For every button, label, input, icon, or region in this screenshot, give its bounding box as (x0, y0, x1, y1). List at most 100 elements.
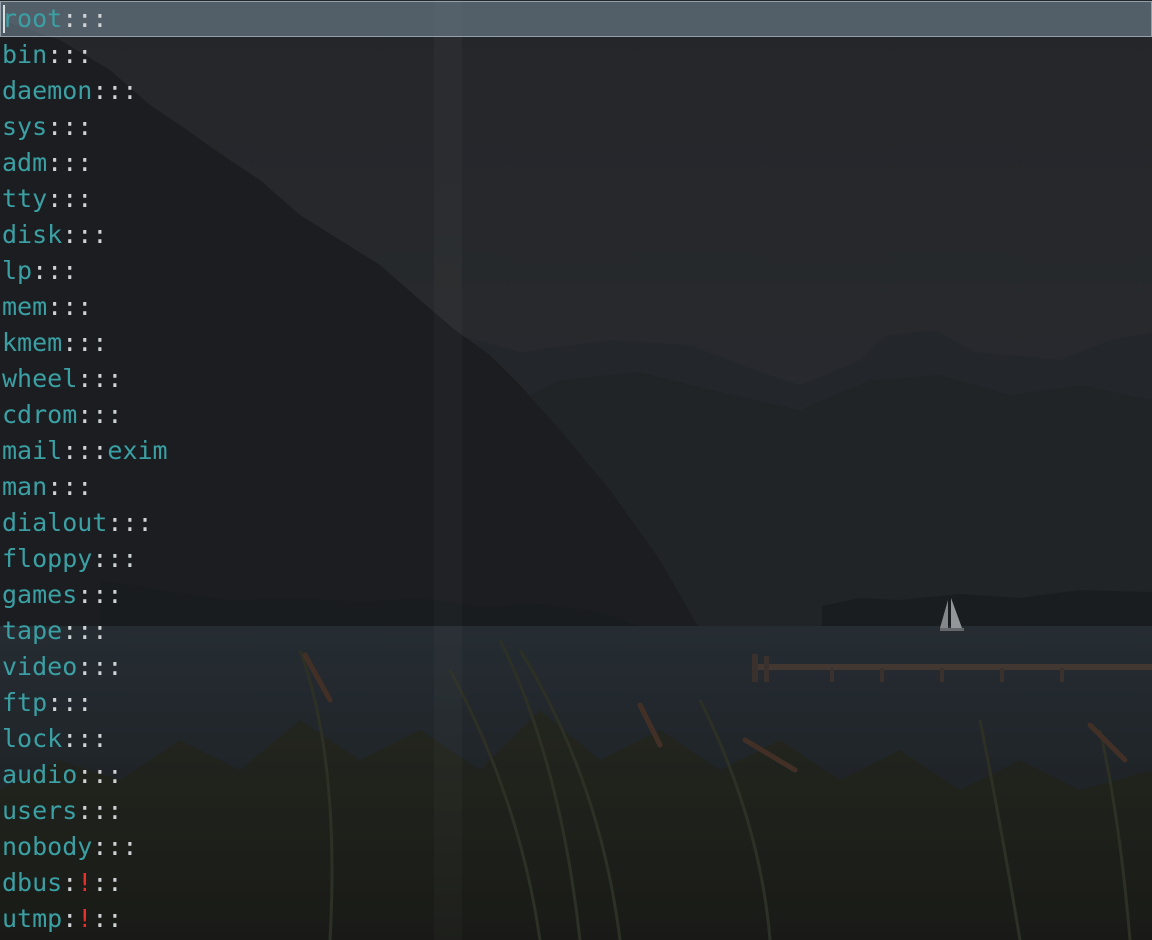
group-name: adm (2, 148, 48, 177)
field-separator: :: (62, 148, 93, 177)
group-name: dialout (2, 508, 108, 537)
field-separator: : (77, 796, 93, 825)
field-separator: :: (92, 652, 123, 681)
field-separator: : (62, 724, 78, 753)
group-name: ftp (2, 688, 48, 717)
field-separator: : (62, 220, 78, 249)
group-name: dbus (2, 868, 63, 897)
field-separator: :: (107, 76, 138, 105)
buffer-line[interactable]: kmem::: (0, 325, 1152, 361)
group-name: cdrom (2, 400, 78, 429)
field-separator: :: (92, 364, 123, 393)
buffer-line[interactable]: tape::: (0, 613, 1152, 649)
buffer-line[interactable]: ftp::: (0, 685, 1152, 721)
field-separator: : (47, 112, 63, 141)
terminal-window[interactable]: root::: bin::: daemon::: sys::: adm::: tty:::… (0, 0, 1152, 940)
field-separator: :: (77, 616, 108, 645)
group-name: wheel (2, 364, 78, 393)
buffer-line[interactable]: video::: (0, 649, 1152, 685)
text-buffer[interactable]: root::: bin::: daemon::: sys::: adm::: tty:::… (0, 1, 1152, 937)
field-separator: :: (77, 4, 108, 33)
buffer-line[interactable]: games::: (0, 577, 1152, 613)
field-separator: : (92, 544, 108, 573)
group-members: exim (107, 436, 168, 465)
group-name: kmem (2, 328, 63, 357)
field-separator: :: (92, 400, 123, 429)
buffer-line[interactable]: disk::: (0, 217, 1152, 253)
buffer-line[interactable]: daemon::: (0, 73, 1152, 109)
password-field: ! (77, 904, 93, 933)
group-name: video (2, 652, 78, 681)
group-name: man (2, 472, 48, 501)
field-separator: :: (62, 40, 93, 69)
field-separator: : (92, 832, 108, 861)
group-name: users (2, 796, 78, 825)
buffer-line[interactable]: lock::: (0, 721, 1152, 757)
buffer-line[interactable]: floppy::: (0, 541, 1152, 577)
group-name: lock (2, 724, 63, 753)
field-separator: :: (77, 436, 108, 465)
field-separator: : (77, 580, 93, 609)
field-separator: : (77, 400, 93, 429)
field-separator: :: (122, 508, 153, 537)
field-separator: : (62, 616, 78, 645)
group-name: bin (2, 40, 48, 69)
field-separator: : (77, 760, 93, 789)
buffer-line[interactable]: dbus:!:: (0, 865, 1152, 901)
buffer-line[interactable]: nobody::: (0, 829, 1152, 865)
buffer-line[interactable]: man::: (0, 469, 1152, 505)
field-separator: : (62, 436, 78, 465)
field-separator: : (47, 148, 63, 177)
field-separator: : (47, 472, 63, 501)
field-separator: :: (62, 184, 93, 213)
field-separator: :: (107, 544, 138, 573)
field-separator: : (77, 652, 93, 681)
group-name: disk (2, 220, 63, 249)
current-line[interactable]: root::: (0, 1, 1152, 37)
buffer-line[interactable]: mem::: (0, 289, 1152, 325)
field-separator: : (47, 184, 63, 213)
field-separator: :: (107, 832, 138, 861)
buffer-line[interactable]: adm::: (0, 145, 1152, 181)
buffer-line[interactable]: cdrom::: (0, 397, 1152, 433)
group-name: floppy (2, 544, 93, 573)
buffer-line[interactable]: dialout::: (0, 505, 1152, 541)
buffer-line[interactable]: bin::: (0, 37, 1152, 73)
field-separator: :: (92, 796, 123, 825)
field-separator: :: (62, 292, 93, 321)
field-separator: :: (47, 256, 78, 285)
field-separator: : (62, 904, 78, 933)
field-separator: :: (62, 472, 93, 501)
field-separator: : (62, 868, 78, 897)
group-name: root (2, 4, 63, 33)
field-separator: :: (77, 724, 108, 753)
field-separator: : (107, 508, 123, 537)
field-separator: :: (62, 688, 93, 717)
buffer-line[interactable]: audio::: (0, 757, 1152, 793)
buffer-line[interactable]: wheel::: (0, 361, 1152, 397)
field-separator: : (62, 4, 78, 33)
group-name: games (2, 580, 78, 609)
group-name: sys (2, 112, 48, 141)
field-separator: :: (62, 112, 93, 141)
field-separator: :: (77, 220, 108, 249)
field-separator: :: (92, 868, 123, 897)
buffer-line[interactable]: utmp:!:: (0, 901, 1152, 937)
field-separator: :: (92, 904, 123, 933)
group-name: nobody (2, 832, 93, 861)
group-name: daemon (2, 76, 93, 105)
buffer-line[interactable]: users::: (0, 793, 1152, 829)
buffer-line[interactable]: sys::: (0, 109, 1152, 145)
buffer-line[interactable]: tty::: (0, 181, 1152, 217)
field-separator: :: (92, 760, 123, 789)
group-name: mail (2, 436, 63, 465)
group-name: tape (2, 616, 63, 645)
field-separator: : (92, 76, 108, 105)
field-separator: : (32, 256, 48, 285)
buffer-line[interactable]: lp::: (0, 253, 1152, 289)
text-cursor (3, 5, 5, 33)
field-separator: :: (92, 580, 123, 609)
field-separator: : (77, 364, 93, 393)
field-separator: : (47, 292, 63, 321)
buffer-line[interactable]: mail:::exim (0, 433, 1152, 469)
